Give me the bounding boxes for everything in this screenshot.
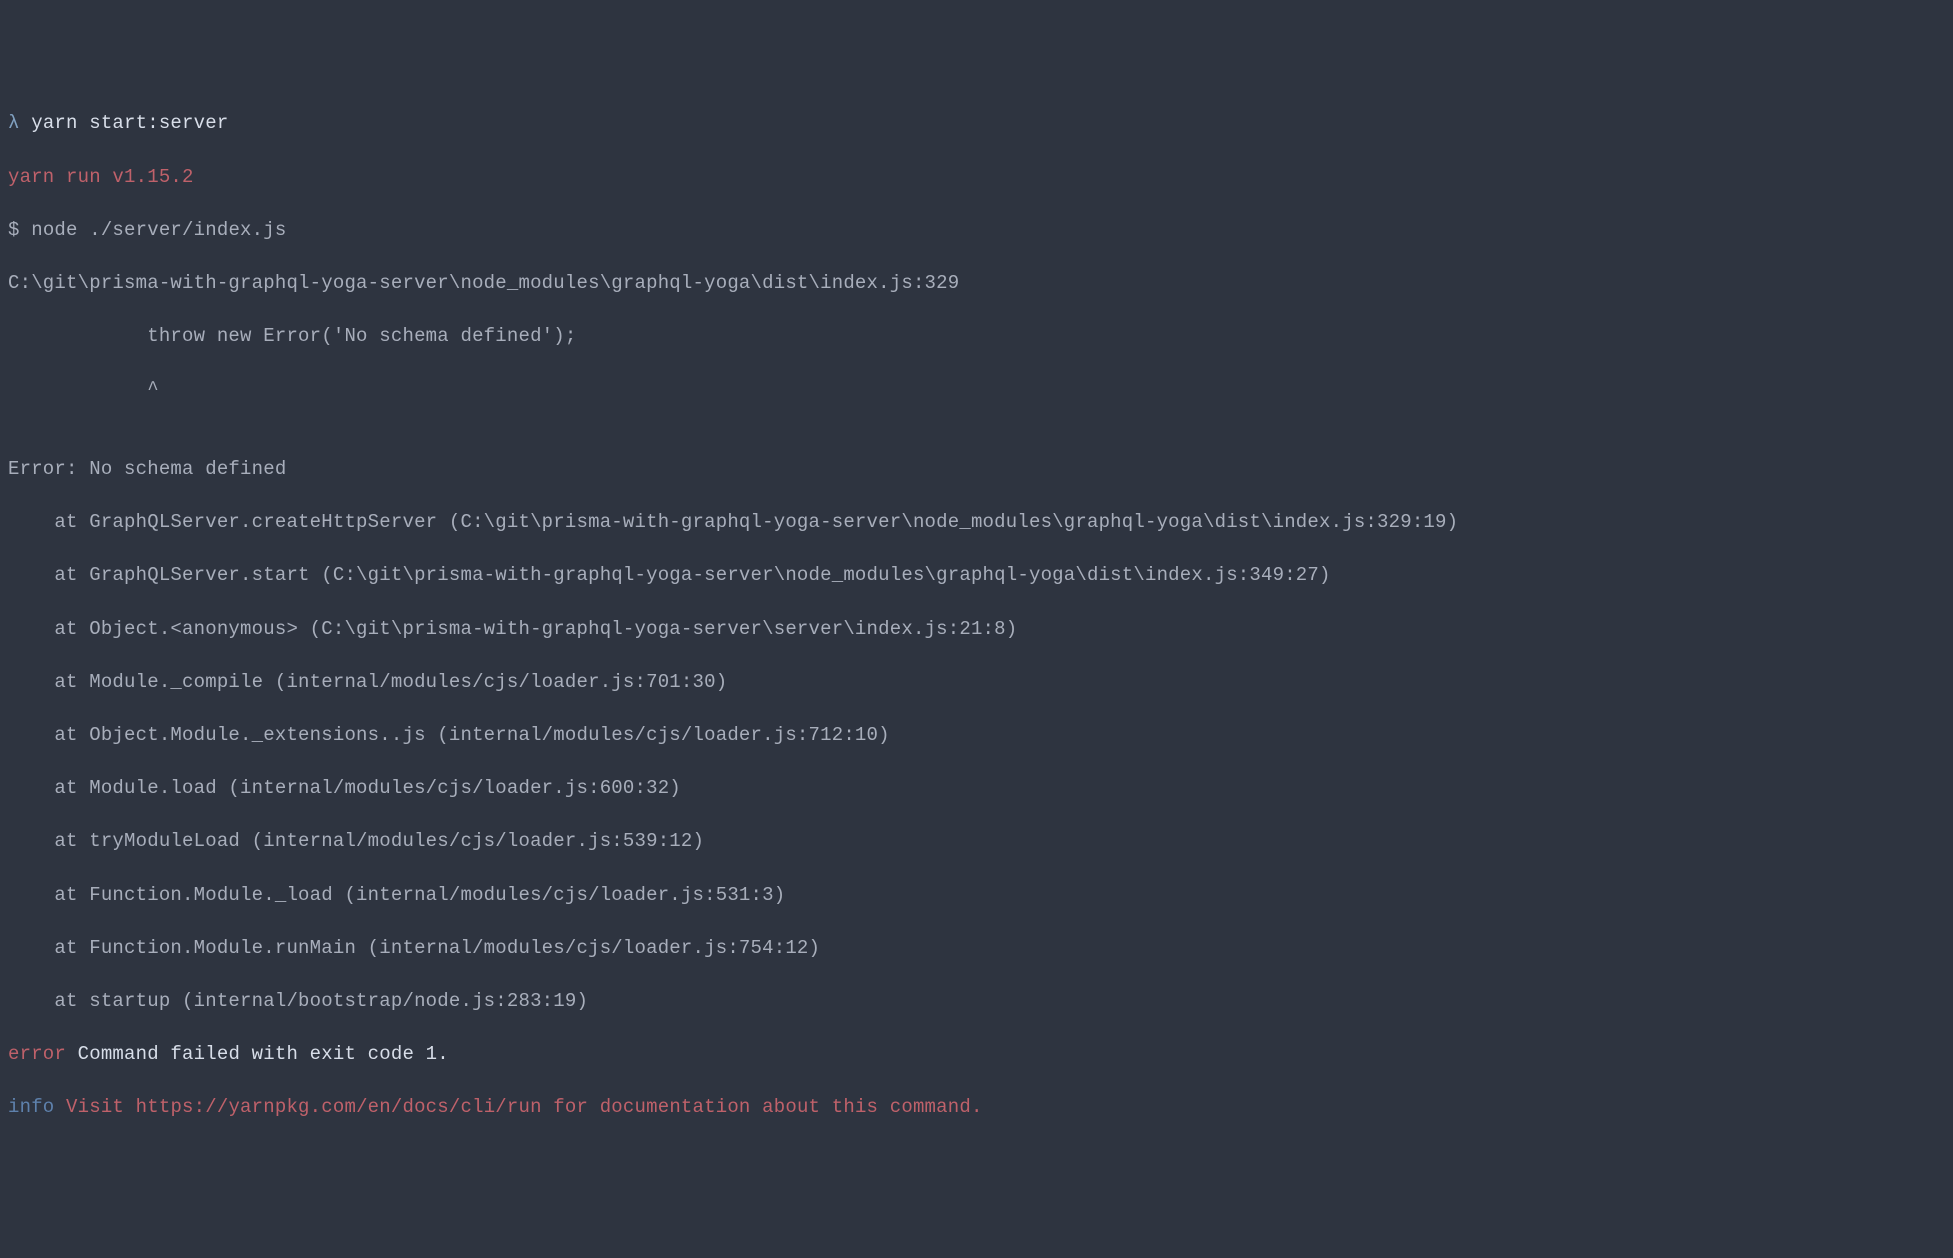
stack-trace-line: at startup (internal/bootstrap/node.js:2…	[8, 988, 1945, 1015]
throw-statement-line: throw new Error('No schema defined');	[8, 323, 1945, 350]
stack-trace-line: at GraphQLServer.start (C:\git\prisma-wi…	[8, 562, 1945, 589]
command-text: yarn start:server	[20, 112, 229, 134]
prompt-lambda-icon: λ	[8, 112, 20, 134]
error-message-text: Command failed with exit code 1.	[66, 1043, 449, 1065]
node-command-line: $ node ./server/index.js	[8, 217, 1945, 244]
node-command-text: node ./server/index.js	[20, 219, 287, 241]
error-summary-line: error Command failed with exit code 1.	[8, 1041, 1945, 1068]
yarn-run-line: yarn run v1.15.2	[8, 164, 1945, 191]
caret-pointer-line: ^	[8, 376, 1945, 403]
info-label: info	[8, 1096, 54, 1118]
dollar-prompt-icon: $	[8, 219, 20, 241]
stack-trace-line: at Object.<anonymous> (C:\git\prisma-wit…	[8, 616, 1945, 643]
info-message-text: Visit https://yarnpkg.com/en/docs/cli/ru…	[54, 1096, 982, 1118]
stack-trace-line: at Function.Module.runMain (internal/mod…	[8, 935, 1945, 962]
stack-trace-line: at GraphQLServer.createHttpServer (C:\gi…	[8, 509, 1945, 536]
stack-trace-line: at Function.Module._load (internal/modul…	[8, 882, 1945, 909]
stack-trace-line: at tryModuleLoad (internal/modules/cjs/l…	[8, 828, 1945, 855]
stack-trace-line: at Object.Module._extensions..js (intern…	[8, 722, 1945, 749]
error-source-path: C:\git\prisma-with-graphql-yoga-server\n…	[8, 270, 1945, 297]
error-header-line: Error: No schema defined	[8, 456, 1945, 483]
info-line: info Visit https://yarnpkg.com/en/docs/c…	[8, 1094, 1945, 1121]
error-label: error	[8, 1043, 66, 1065]
stack-trace-line: at Module.load (internal/modules/cjs/loa…	[8, 775, 1945, 802]
command-line: λ yarn start:server	[8, 110, 1945, 137]
stack-trace-line: at Module._compile (internal/modules/cjs…	[8, 669, 1945, 696]
